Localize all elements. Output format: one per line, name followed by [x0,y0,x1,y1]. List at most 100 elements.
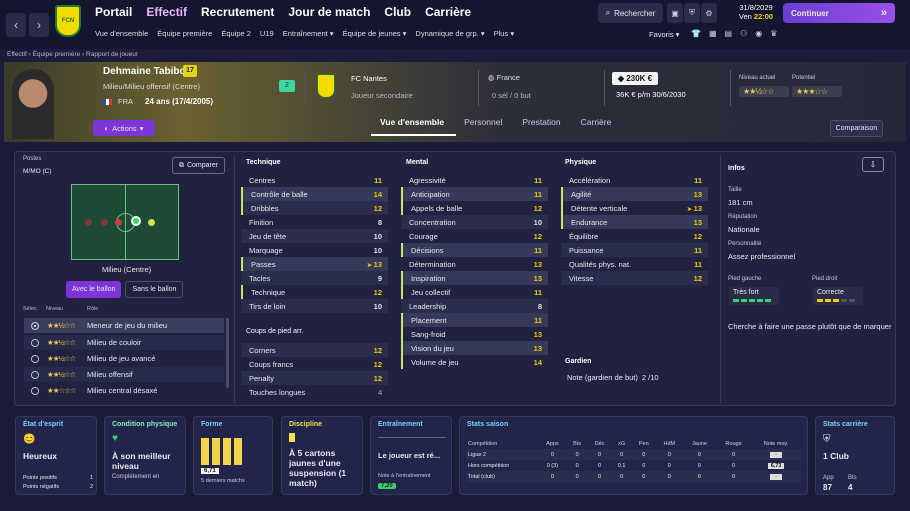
attr-row[interactable]: Coups francs 12 [241,357,388,371]
settings-icon[interactable]: ⚙ [701,3,717,23]
tab-personnel[interactable]: Personnel [464,117,502,127]
shirt-icon[interactable]: 👕 [691,29,701,38]
favorites-dropdown[interactable]: Favoris ▾ [649,30,679,39]
attr-row[interactable]: Appels de balle 12 [401,201,548,215]
search-button[interactable]: ⌕ Rechercher [598,3,663,23]
menu-portail[interactable]: Portail [95,5,132,19]
attr-row[interactable]: Inspiration 13 [401,271,548,285]
compare-button[interactable]: ⧉ Comparer [172,157,225,174]
menu-jour-de-match[interactable]: Jour de match [288,5,370,19]
discipline-card[interactable]: Discipline À 5 cartons jaunes d'une susp… [281,416,363,495]
attr-row[interactable]: Qualités phys. nat. 11 [561,257,708,271]
club-logo[interactable]: FCN [55,5,81,37]
attr-row[interactable]: Jeu de tête 10 [241,229,388,243]
attr-row[interactable]: Endurance 13 [561,215,708,229]
role-row[interactable]: ★★½☆☆ Milieu offensif [24,367,224,382]
table-row[interactable]: Total (club) 0 0 0 0 0 0 0 0- [466,471,801,482]
attr-row[interactable]: Finition 8 [241,215,388,229]
attr-row[interactable]: Penalty 12 [241,371,388,385]
attr-row[interactable]: Équilibre 12 [561,229,708,243]
attr-row[interactable]: Agilité 13 [561,187,708,201]
player-number-badge: 17 [183,65,197,77]
submenu-dynamique[interactable]: Dynamique de grp. ▾ [415,29,484,38]
continue-button[interactable]: Continuer » [783,3,895,23]
training-card[interactable]: Entraînement Le joueur est ré... Note à … [370,416,452,495]
role-row[interactable]: ★★☆☆☆ Milieu central désaxé [24,383,224,398]
table-row[interactable]: Hors compétition 0 (3) 0 0 0,1 0 0 0 0 6,73 [466,460,801,471]
submenu-plus[interactable]: Plus ▾ [494,29,514,38]
club-icon[interactable]: ⛨ [684,3,700,23]
submenu-equipe-jeunes[interactable]: Équipe de jeunes ▾ [343,29,407,38]
menu-recrutement[interactable]: Recrutement [201,5,274,19]
attr-row[interactable]: Leadership 8 [401,299,548,313]
mood-card[interactable]: État d'esprit 😊 Heureux Points positifs 1… [15,416,97,495]
attr-row[interactable]: Passes ➤ 13 [241,257,388,271]
selected-position-dot[interactable] [131,216,141,226]
attr-row[interactable]: Agressivité 11 [401,173,548,187]
attr-row[interactable]: Anticipation 11 [401,187,548,201]
goalkeeper-row[interactable]: Note (gardien de but) 2 /10 [567,373,659,382]
menu-club[interactable]: Club [384,5,411,19]
attr-row[interactable]: Puissance 11 [561,243,708,257]
attr-row[interactable]: Tacles 9 [241,271,388,285]
comparison-button[interactable]: Comparaison [830,120,883,137]
menu-effectif[interactable]: Effectif [146,5,187,19]
tab-vue-ensemble[interactable]: Vue d'ensemble [380,117,444,127]
attr-row[interactable]: Courage 12 [401,229,548,243]
radio-icon[interactable] [31,354,39,363]
role-row[interactable]: ★★½☆☆ Meneur de jeu du milieu [24,318,224,333]
attr-row[interactable]: Technique 12 [241,285,388,299]
form-card[interactable]: Forme 6,71 5 derniers matchs [193,416,273,495]
attr-row[interactable]: Placement 11 [401,313,548,327]
attr-row[interactable]: Touches longues 4 [241,385,388,399]
radio-icon[interactable] [31,386,39,395]
back-button[interactable]: ‹ [6,13,26,37]
attr-row[interactable]: Détente verticale ➤ 13 [561,201,708,215]
attr-row[interactable]: Tirs de loin 10 [241,299,388,313]
forward-button[interactable]: › [29,13,49,37]
season-stats-card[interactable]: Stats saison Compétition Apps Bts Déc xG… [459,416,808,495]
radio-selected-icon[interactable] [31,321,39,330]
actions-button[interactable]: ◐ Actions ▾ [93,120,155,136]
attr-row[interactable]: Détermination 13 [401,257,548,271]
submenu-equipe-premiere[interactable]: Équipe première [157,29,212,38]
attr-row[interactable]: Marquage 10 [241,243,388,257]
submenu-entrainement[interactable]: Entraînement ▾ [283,29,334,38]
table-row[interactable]: Ligue 200000000- [466,449,801,460]
attr-row[interactable]: Vision du jeu 13 [401,341,548,355]
submenu-vue-ensemble[interactable]: Vue d'ensemble [95,29,148,38]
inbox-icon[interactable]: ▣ [667,3,683,23]
club-name[interactable]: FC Nantes [351,74,387,83]
attr-row[interactable]: Dribbles 12 [241,201,388,215]
attr-row[interactable]: Jeu collectif 11 [401,285,548,299]
submenu-u19[interactable]: U19 [260,29,274,38]
tab-prestation[interactable]: Prestation [522,117,560,127]
career-stats-card[interactable]: Stats carrière ⛨ 1 Club App 87 Bts 4 [815,416,895,495]
attr-row[interactable]: Vitesse 12 [561,271,708,285]
with-ball-button[interactable]: Avec le ballon [66,281,122,298]
radio-icon[interactable] [31,338,39,347]
attr-row[interactable]: Corners 12 [241,343,388,357]
attr-row[interactable]: Accélération 11 [561,173,708,187]
download-icon[interactable]: ⇩ [862,157,884,172]
attr-row[interactable]: Concentration 10 [401,215,548,229]
ball-icon[interactable]: ◉ [755,29,762,38]
radio-icon[interactable] [31,370,39,379]
role-row[interactable]: ★★½☆☆ Milieu de couloir [24,335,224,350]
condition-card[interactable]: Condition physique ♥ À son meilleur nive… [104,416,186,495]
submenu-equipe-2[interactable]: Équipe 2 [221,29,251,38]
without-ball-button[interactable]: Sans le ballon [125,281,184,298]
tactics-icon[interactable]: ▦ [709,29,717,38]
attr-row[interactable]: Sang-froid 13 [401,327,548,341]
trophy-icon[interactable]: ♛ [770,29,777,38]
attr-row[interactable]: Volume de jeu 14 [401,355,548,369]
tab-carriere[interactable]: Carrière [581,117,612,127]
role-row[interactable]: ★★½☆☆ Milieu de jeu avancé [24,351,224,366]
attr-row[interactable]: Décisions 11 [401,243,548,257]
attr-row[interactable]: Contrôle de balle 14 [241,187,388,201]
calendar-icon[interactable]: ▤ [725,29,733,38]
roles-scrollbar[interactable] [226,318,229,388]
menu-carriere[interactable]: Carrière [425,5,471,19]
staff-icon[interactable]: ⚇ [740,29,747,38]
attr-row[interactable]: Centres 11 [241,173,388,187]
